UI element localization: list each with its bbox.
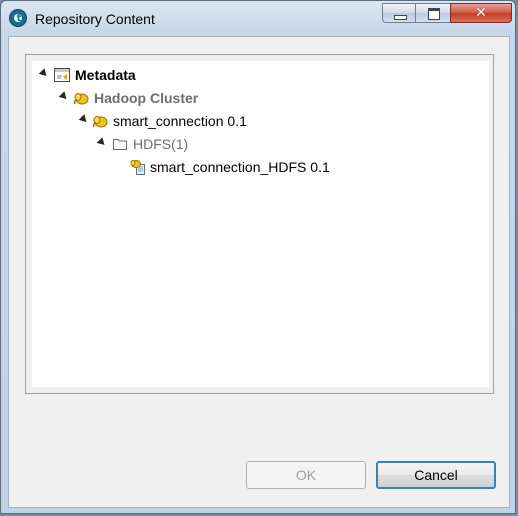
minimize-button[interactable] (382, 3, 416, 23)
expand-toggle-icon[interactable] (38, 68, 50, 79)
talend-logo-icon: t (9, 9, 27, 27)
tree-node-label: Hadoop Cluster (94, 90, 199, 106)
repository-content-dialog: t Repository Content ✕ Metadata Hadoop C… (0, 0, 516, 514)
repository-tree[interactable]: Metadata Hadoop Cluster smart_connection… (32, 61, 489, 387)
hadoop-elephant-icon (73, 93, 89, 105)
close-icon: ✕ (475, 5, 487, 21)
expand-toggle-icon[interactable] (58, 91, 70, 102)
ok-button[interactable]: OK (246, 461, 366, 489)
folder-icon (113, 139, 127, 150)
hdfs-file-icon (130, 160, 145, 175)
minimize-icon (394, 15, 407, 20)
title-bar[interactable]: t Repository Content ✕ (1, 1, 515, 35)
window-title: Repository Content (35, 11, 155, 27)
expand-toggle-icon[interactable] (78, 114, 90, 125)
maximize-icon (428, 8, 440, 20)
tree-node-label: Metadata (75, 67, 136, 83)
dialog-body: Metadata Hadoop Cluster smart_connection… (8, 36, 510, 508)
cancel-button[interactable]: Cancel (376, 461, 496, 489)
repository-tree-frame: Metadata Hadoop Cluster smart_connection… (25, 54, 494, 394)
tree-node-label: smart_connection_HDFS 0.1 (150, 159, 330, 175)
tree-node-label: smart_connection 0.1 (113, 113, 247, 129)
expand-toggle-icon[interactable] (96, 137, 108, 148)
tree-node-label: HDFS(1) (133, 136, 189, 152)
hadoop-elephant-icon (92, 116, 108, 128)
metadata-icon (54, 68, 70, 82)
close-button[interactable]: ✕ (450, 3, 512, 23)
maximize-button[interactable] (415, 3, 451, 23)
